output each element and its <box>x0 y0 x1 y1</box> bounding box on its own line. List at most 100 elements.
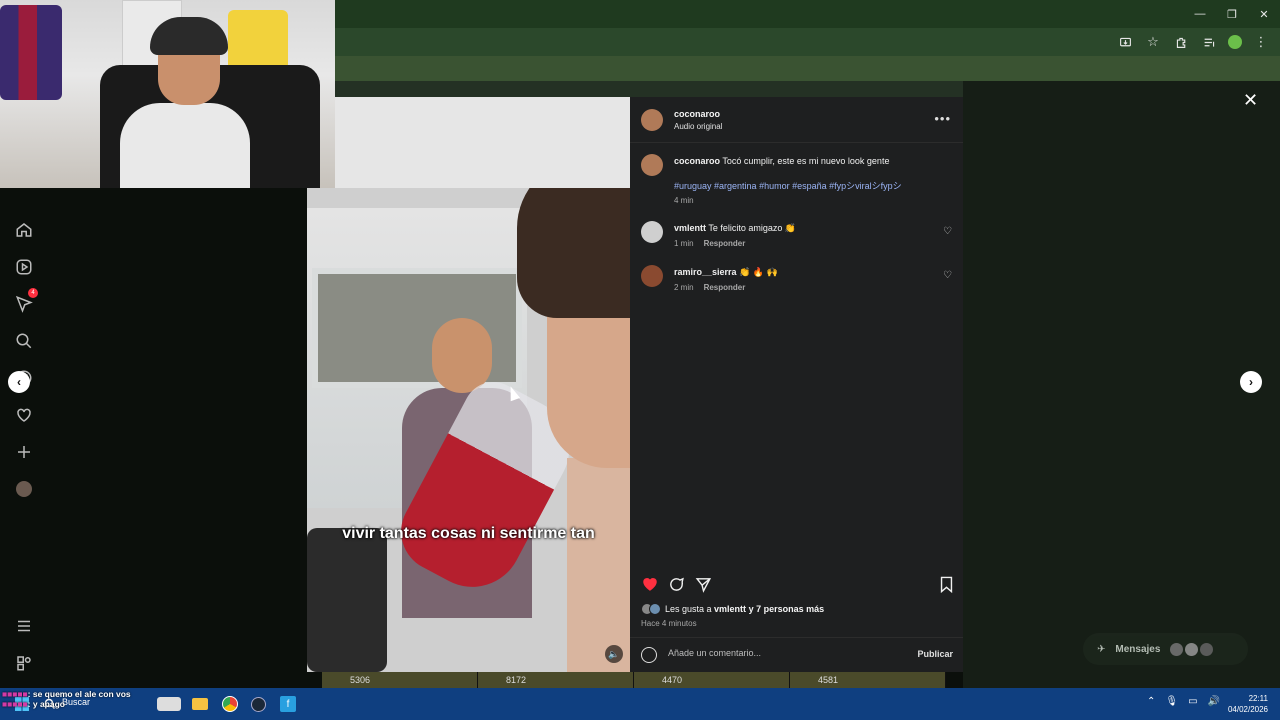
author-avatar[interactable] <box>641 109 663 131</box>
thumbnail-views[interactable]: 4470 <box>634 672 790 688</box>
next-post-icon[interactable]: › <box>1240 371 1262 393</box>
reply-button[interactable]: Responder <box>704 283 746 292</box>
likes-suffix: y 7 personas más <box>746 604 825 614</box>
comment-time: 1 min <box>674 239 694 248</box>
thumbnail-views[interactable]: 5306 <box>322 672 478 688</box>
save-bookmark-icon[interactable] <box>935 573 957 595</box>
network-icon[interactable]: ▭ <box>1188 696 1197 707</box>
previous-post-icon[interactable]: ‹ <box>8 371 30 393</box>
install-app-icon[interactable] <box>1116 33 1134 51</box>
clock-time: 22:11 <box>1248 694 1268 703</box>
comment-meta: 1 min Responder <box>674 239 745 248</box>
extensions-icon[interactable] <box>1172 33 1190 51</box>
left-nav: 4 <box>0 188 48 688</box>
caption-time: 4 min <box>674 196 694 205</box>
minimize-button[interactable]: — <box>1184 0 1216 28</box>
comment-username[interactable]: ramiro__sierra <box>674 267 737 277</box>
audio-label[interactable]: Audio original <box>674 122 722 131</box>
chat-line: ■■■■■: se quemo el ale con vos <box>2 689 131 699</box>
post-header: coconaroo Audio original ••• <box>630 97 963 143</box>
more-menu-icon[interactable] <box>12 614 36 638</box>
post-panel: coconaroo Audio original ••• coconaroo T… <box>630 97 963 672</box>
reel-video[interactable]: vivir tantas cosas ni sentirme tan 🔈 <box>307 188 630 672</box>
thumbnail-views[interactable]: 4581 <box>790 672 946 688</box>
chat-username: ■■■■■ <box>2 689 28 699</box>
man-figure <box>507 188 630 672</box>
post-actions <box>630 573 963 597</box>
modal-top-strip <box>335 81 963 97</box>
notifications-heart-icon[interactable] <box>12 403 36 427</box>
chat-message: : y apago <box>27 699 65 709</box>
video-caption: vivir tantas cosas ni sentirme tan <box>342 525 595 542</box>
close-window-button[interactable]: ✕ <box>1248 0 1280 28</box>
comment-bar: Publicar <box>630 637 963 672</box>
author-username[interactable]: coconaroo <box>674 109 720 119</box>
system-clock[interactable]: 22:11 04/02/2026 <box>1228 693 1268 715</box>
comment-username[interactable]: vmlentt <box>674 223 706 233</box>
profile-icon[interactable] <box>12 477 36 501</box>
comment-time: 2 min <box>674 283 694 292</box>
create-plus-icon[interactable] <box>12 440 36 464</box>
chat-line: ■■■■■: y apago <box>2 699 131 709</box>
streamer <box>120 17 250 188</box>
messages-avatars <box>1170 642 1214 656</box>
taskbar: Buscar f ⌃ 🎙 ▭ 🔊 22:11 04/02/2026 <box>0 688 1280 720</box>
reels-icon[interactable] <box>12 255 36 279</box>
thumbnail-views[interactable]: 8172 <box>478 672 634 688</box>
comment: vmlentt Te felicito amigazo 👏 <box>674 222 944 235</box>
caption-avatar[interactable] <box>641 154 663 176</box>
bookmark-star-icon[interactable]: ☆ <box>1144 33 1162 51</box>
reply-button[interactable]: Responder <box>704 239 746 248</box>
direct-icon[interactable]: 4 <box>12 288 38 316</box>
browser-menu-icon[interactable]: ⋮ <box>1252 33 1270 51</box>
comment-like-icon[interactable]: ♡ <box>943 226 955 238</box>
tray-chevron-icon[interactable]: ⌃ <box>1147 696 1155 707</box>
chat-message: : se quemo el ale con vos <box>27 689 131 699</box>
messages-icon: ✈ <box>1097 643 1106 655</box>
home-icon[interactable] <box>12 218 36 242</box>
comment-avatar[interactable] <box>641 265 663 287</box>
hashtags[interactable]: #uruguay #argentina #humor #españa #fypシ… <box>674 179 902 192</box>
chrome-icon[interactable] <box>220 694 240 714</box>
maximize-button[interactable]: ❐ <box>1216 0 1248 28</box>
like-heart-icon[interactable] <box>639 573 661 595</box>
likes-user[interactable]: vmlentt <box>714 604 746 614</box>
messages-button[interactable]: ✈ Mensajes <box>1083 633 1248 665</box>
file-explorer-icon[interactable] <box>190 694 210 714</box>
caption-username[interactable]: coconaroo <box>674 156 720 166</box>
posted-time: Hace 4 minutos <box>641 619 697 628</box>
close-modal-icon[interactable]: ✕ <box>1243 90 1258 111</box>
caption-text: Tocó cumplir, este es mi nuevo look gent… <box>722 156 890 166</box>
search-icon[interactable] <box>12 329 36 353</box>
emoji-icon[interactable] <box>641 647 657 663</box>
bag-object <box>307 528 387 672</box>
comment-input[interactable] <box>668 648 898 658</box>
clock-date: 04/02/2026 <box>1227 705 1268 714</box>
comment-like-icon[interactable]: ♡ <box>943 270 955 282</box>
profile-avatar[interactable] <box>1228 35 1242 49</box>
mute-icon[interactable]: 🔈 <box>605 645 623 663</box>
app-icon[interactable]: f <box>278 694 298 714</box>
comment-avatar[interactable] <box>641 221 663 243</box>
page-background-right <box>963 81 1280 688</box>
messages-label: Mensajes <box>1115 643 1161 655</box>
likes-summary[interactable]: Les gusta a vmlentt y 7 personas más <box>641 603 824 615</box>
volume-icon[interactable]: 🔊 <box>1208 696 1220 707</box>
also-from-meta-icon[interactable] <box>12 651 36 675</box>
steam-icon[interactable] <box>248 694 268 714</box>
jersey-decoration <box>0 5 62 100</box>
comment-meta: 2 min Responder <box>674 283 745 292</box>
comment-text: 👏 🔥 🙌 <box>739 267 778 277</box>
media-control-icon[interactable] <box>1200 33 1218 51</box>
widget-icon[interactable] <box>155 694 183 714</box>
comment-icon[interactable] <box>665 573 687 595</box>
more-options-icon[interactable]: ••• <box>934 111 951 126</box>
video-top-area <box>335 97 630 188</box>
publish-button[interactable]: Publicar <box>917 649 953 659</box>
system-tray: ⌃ 🎙 ▭ 🔊 <box>1147 696 1220 707</box>
share-icon[interactable] <box>692 573 714 595</box>
comment: ramiro__sierra 👏 🔥 🙌 <box>674 266 944 279</box>
direct-badge: 4 <box>28 288 38 298</box>
liker-avatar <box>649 603 661 615</box>
microphone-icon[interactable]: 🎙 <box>1165 696 1178 707</box>
